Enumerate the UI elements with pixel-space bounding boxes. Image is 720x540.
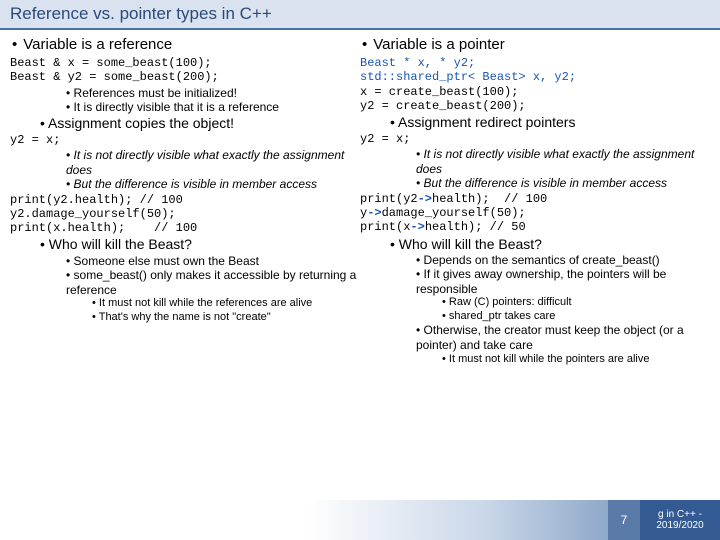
right-who-sub1: Raw (C) pointers: difficult [442, 296, 710, 309]
arrow-icon: -> [418, 192, 432, 206]
slide-title: Reference vs. pointer types in C++ [0, 0, 720, 30]
right-code-assign: y2 = x; [360, 132, 710, 146]
right-code-print: print(y2->health); // 100 y->damage_your… [360, 192, 710, 234]
left-code-assign: y2 = x; [10, 133, 360, 147]
right-decl-rest: x = create_beast(100); y2 = create_beast… [360, 85, 526, 113]
left-note-visible: It is directly visible that it is a refe… [66, 100, 360, 115]
right-who-sub2: shared_ptr takes care [442, 310, 710, 323]
slide-footer: 7 g in C++ - 2019/2020 [308, 500, 720, 540]
left-who-text: Who will kill the Beast? [40, 236, 360, 253]
left-ref-notes: References must be initialized! It is di… [10, 86, 360, 115]
arrow-icon: -> [367, 206, 381, 220]
left-note-init: References must be initialized! [66, 86, 360, 101]
rc3b: health); // 100 [432, 192, 547, 206]
left-who-sub2: That's why the name is not "create" [92, 311, 360, 324]
right-who-note1: Depends on the semantics of create_beast… [416, 253, 710, 268]
right-assign-note1: It is not directly visible what exactly … [416, 147, 710, 176]
right-who-note2: If it gives away ownership, the pointers… [416, 267, 710, 296]
footer-label: g in C++ - 2019/2020 [640, 500, 720, 540]
left-heading-text: Variable is a reference [23, 36, 172, 53]
right-column: •Variable is a pointer Beast * x, * y2; … [360, 36, 710, 366]
right-who-notes2: Otherwise, the creator must keep the obj… [360, 323, 710, 352]
right-heading: •Variable is a pointer [360, 36, 710, 54]
right-heading-text: Variable is a pointer [373, 36, 504, 53]
rc3f: health); // 50 [425, 220, 526, 234]
arrow-icon: -> [410, 220, 424, 234]
left-heading: •Variable is a reference [10, 36, 360, 54]
right-who-heading: Who will kill the Beast? [360, 236, 710, 253]
left-who-note2: some_beast() only makes it accessible by… [66, 268, 360, 297]
page-number: 7 [608, 500, 640, 540]
footer-gradient [308, 500, 608, 540]
left-who-subnotes: It must not kill while the references ar… [10, 297, 360, 324]
left-assign-heading: Assignment copies the object! [10, 115, 360, 132]
right-assign-heading: Assignment redirect pointers [360, 114, 710, 131]
right-code-decl: Beast * x, * y2; std::shared_ptr< Beast>… [360, 56, 710, 113]
right-who-notes1: Depends on the semantics of create_beast… [360, 253, 710, 297]
rc3a: print(y2 [360, 192, 418, 206]
rc3d: damage_yourself(50); [382, 206, 526, 220]
right-who-sub3: It must not kill while the pointers are … [442, 353, 710, 366]
left-who-notes: Someone else must own the Beast some_bea… [10, 254, 360, 298]
left-assign-note1: It is not directly visible what exactly … [66, 148, 360, 177]
rc3e: print(x [360, 220, 410, 234]
slide-content: •Variable is a reference Beast & x = som… [0, 30, 720, 366]
left-who-sub1: It must not kill while the references ar… [92, 297, 360, 310]
left-code-print: print(y2.health); // 100 y2.damage_yours… [10, 193, 360, 235]
right-assign-notes: It is not directly visible what exactly … [360, 147, 710, 191]
right-decl-kw: Beast * x, * y2; std::shared_ptr< Beast>… [360, 56, 576, 84]
left-who-heading: Who will kill the Beast? [10, 236, 360, 253]
left-column: •Variable is a reference Beast & x = som… [10, 36, 360, 366]
left-assign-note2: But the difference is visible in member … [66, 177, 360, 192]
left-assign-notes: It is not directly visible what exactly … [10, 148, 360, 192]
left-code-decl: Beast & x = some_beast(100); Beast & y2 … [10, 56, 360, 84]
right-assign-note2: But the difference is visible in member … [416, 176, 710, 191]
right-who-note3: Otherwise, the creator must keep the obj… [416, 323, 710, 352]
left-who-note1: Someone else must own the Beast [66, 254, 360, 269]
right-who-subnotes: Raw (C) pointers: difficult shared_ptr t… [360, 296, 710, 323]
right-who-subnotes2: It must not kill while the pointers are … [360, 353, 710, 366]
left-assign-text: Assignment copies the object! [40, 115, 360, 132]
right-assign-text: Assignment redirect pointers [390, 114, 710, 131]
right-who-text: Who will kill the Beast? [390, 236, 710, 253]
